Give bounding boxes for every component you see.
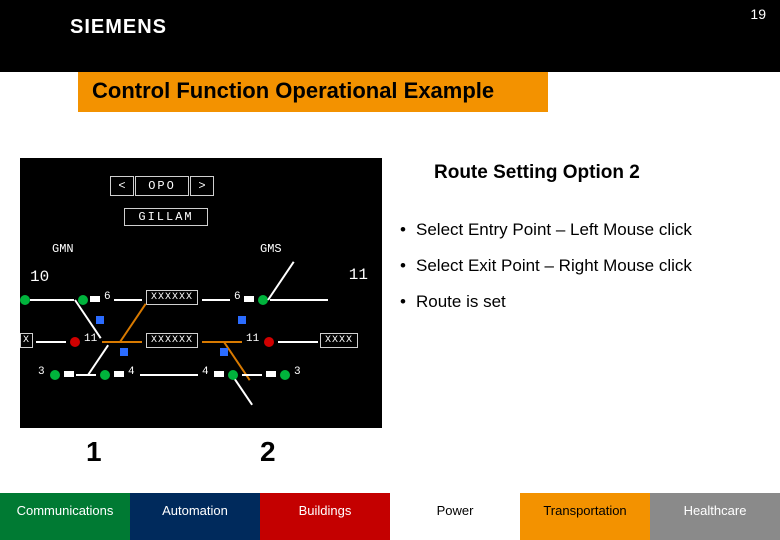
signal-dot-icon bbox=[20, 295, 30, 305]
footer-transportation[interactable]: Transportation bbox=[520, 493, 650, 540]
marker-11: 11 bbox=[246, 333, 259, 345]
track-segment bbox=[140, 374, 198, 376]
opo-label: OPO bbox=[135, 176, 189, 196]
block-label: X bbox=[20, 333, 33, 348]
block-label: XXXXXX bbox=[146, 290, 198, 305]
station-name: GILLAM bbox=[124, 208, 208, 226]
signal-dot-icon bbox=[258, 295, 268, 305]
signal-dot-icon bbox=[280, 370, 290, 380]
track-block-icon bbox=[266, 371, 276, 377]
page-number: 19 bbox=[750, 6, 766, 22]
footer-automation[interactable]: Automation bbox=[130, 493, 260, 540]
switch-diagonal bbox=[267, 261, 294, 300]
signal-dot-icon bbox=[264, 337, 274, 347]
signal-dot-icon bbox=[78, 295, 88, 305]
callout-1: 1 bbox=[86, 436, 102, 468]
track-block-icon bbox=[214, 371, 224, 377]
track-block-icon bbox=[90, 296, 100, 302]
signal-dot-icon bbox=[100, 370, 110, 380]
track-segment bbox=[242, 374, 262, 376]
gms-label: GMS bbox=[260, 242, 282, 256]
callout-2: 2 bbox=[260, 436, 276, 468]
signal-11: 11 bbox=[349, 266, 368, 284]
instructions: Route Setting Option 2 Select Entry Poin… bbox=[400, 162, 760, 328]
opo-next-button[interactable]: > bbox=[190, 176, 214, 196]
track-segment bbox=[76, 374, 96, 376]
marker-4: 4 bbox=[202, 366, 209, 378]
bullet-item: Select Exit Point – Right Mouse click bbox=[400, 256, 760, 276]
track-block-icon bbox=[114, 371, 124, 377]
switch-diagonal bbox=[119, 303, 146, 342]
top-bar: SIEMENS 19 bbox=[0, 0, 780, 72]
marker-3: 3 bbox=[294, 366, 301, 378]
opo-prev-button[interactable]: < bbox=[110, 176, 134, 196]
signal-dot-icon bbox=[50, 370, 60, 380]
siemens-logo: SIEMENS bbox=[70, 16, 167, 39]
track-segment-route bbox=[102, 341, 142, 343]
bullet-item: Route is set bbox=[400, 292, 760, 312]
slide-title: Control Function Operational Example bbox=[78, 72, 548, 112]
footer-healthcare[interactable]: Healthcare bbox=[650, 493, 780, 540]
junction-dot-icon bbox=[220, 348, 228, 356]
track-block-icon bbox=[244, 296, 254, 302]
track-segment bbox=[36, 341, 66, 343]
marker-6: 6 bbox=[104, 291, 111, 303]
gmn-label: GMN bbox=[52, 242, 74, 256]
track-segment bbox=[270, 299, 328, 301]
signal-dot-icon bbox=[228, 370, 238, 380]
opo-selector: < OPO > bbox=[110, 176, 214, 196]
instructions-title: Route Setting Option 2 bbox=[434, 162, 760, 184]
signal-10: 10 bbox=[30, 268, 49, 286]
junction-dot-icon bbox=[96, 316, 104, 324]
signal-dot-icon bbox=[70, 337, 80, 347]
marker-11: 11 bbox=[84, 333, 97, 345]
track-segment bbox=[202, 299, 230, 301]
track-segment bbox=[30, 299, 74, 301]
marker-4: 4 bbox=[128, 366, 135, 378]
marker-3: 3 bbox=[38, 366, 45, 378]
junction-dot-icon bbox=[238, 316, 246, 324]
marker-6: 6 bbox=[234, 291, 241, 303]
footer-buildings[interactable]: Buildings bbox=[260, 493, 390, 540]
footer-nav: Communications Automation Buildings Powe… bbox=[0, 493, 780, 540]
block-label: XXXX bbox=[320, 333, 358, 348]
block-label: XXXXXX bbox=[146, 333, 198, 348]
rail-sim-panel: < OPO > GILLAM GMN GMS 10 11 6 XXXXXX 6 … bbox=[20, 158, 382, 428]
track-segment bbox=[114, 299, 142, 301]
footer-power[interactable]: Power bbox=[390, 493, 520, 540]
track-segment-route bbox=[202, 341, 242, 343]
footer-communications[interactable]: Communications bbox=[0, 493, 130, 540]
track-block-icon bbox=[64, 371, 74, 377]
junction-dot-icon bbox=[120, 348, 128, 356]
track-segment bbox=[278, 341, 318, 343]
bullet-item: Select Entry Point – Left Mouse click bbox=[400, 220, 760, 240]
